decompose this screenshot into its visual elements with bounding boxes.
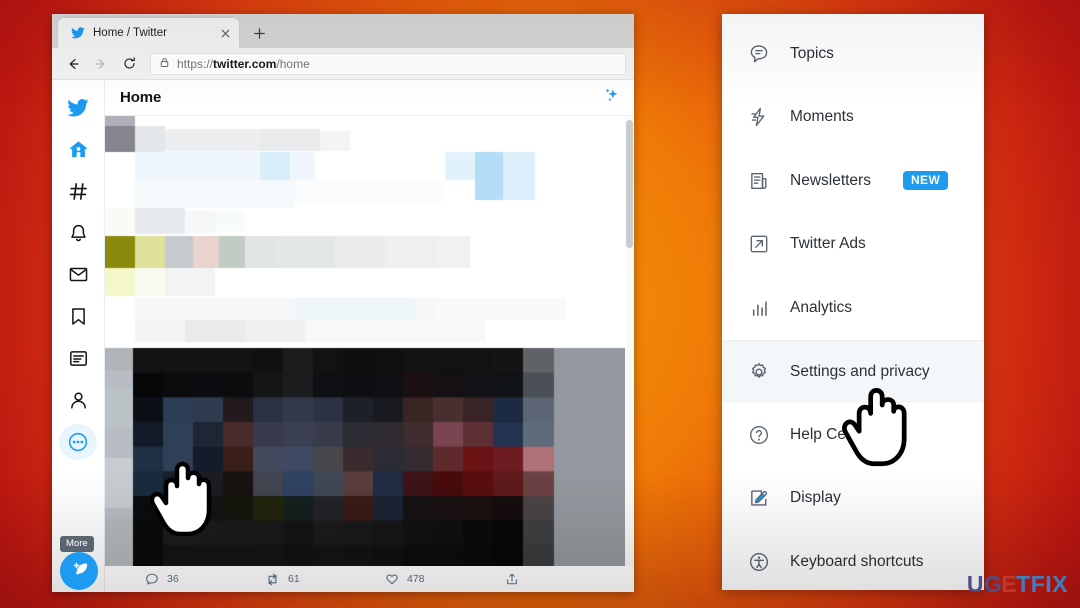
share-action[interactable]	[505, 572, 625, 586]
reply-count: 36	[167, 573, 179, 585]
screenshot-root: Home / Twitter https://twitter.com/home …	[0, 0, 1080, 608]
menu-item-keyboard-shortcuts[interactable]: Keyboard shortcuts	[722, 530, 984, 594]
menu-item-analytics[interactable]: Analytics	[722, 276, 984, 340]
share-icon	[507, 573, 517, 585]
menu-item-label: Twitter Ads	[790, 235, 866, 253]
like-count: 478	[407, 573, 425, 585]
gear-icon	[748, 361, 770, 383]
reply-action[interactable]: 36	[145, 572, 265, 586]
display-paint-icon	[748, 487, 770, 509]
like-heart-icon	[386, 574, 398, 585]
menu-item-label: Moments	[790, 108, 854, 126]
analytics-bars-icon	[748, 297, 770, 319]
home-icon[interactable]	[59, 132, 97, 168]
close-icon[interactable]	[217, 25, 233, 41]
address-bar[interactable]: https://twitter.com/home	[150, 52, 626, 75]
list-icon[interactable]	[59, 341, 97, 377]
scrollbar-thumb[interactable]	[626, 120, 633, 248]
menu-item-settings-and-privacy[interactable]: Settings and privacy	[722, 339, 984, 403]
ugetfix-watermark: UG E TFIX	[967, 571, 1068, 598]
sparkle-icon[interactable]	[601, 86, 620, 110]
envelope-icon[interactable]	[59, 257, 97, 293]
forward-arrow-icon[interactable]	[88, 51, 114, 77]
bookmark-icon[interactable]	[59, 299, 97, 335]
reply-icon	[146, 573, 158, 585]
menu-item-label: Settings and privacy	[790, 362, 930, 380]
topics-speech-bubble-icon	[748, 43, 770, 65]
padlock-icon	[159, 55, 170, 73]
page-title: Home	[120, 89, 162, 106]
menu-item-label: Analytics	[790, 298, 853, 316]
status-badge: NEW	[902, 171, 949, 191]
menu-item-label: Newsletters	[790, 171, 871, 189]
new-tab-button[interactable]	[245, 19, 273, 47]
blurred-timeline-content: 36 61 478	[105, 116, 634, 592]
menu-item-help-center[interactable]: Help Center	[722, 403, 984, 467]
watermark-part-b: TFIX	[1016, 571, 1068, 597]
reload-icon[interactable]	[116, 51, 142, 77]
pixelated-content-canvas	[105, 116, 634, 590]
menu-item-display[interactable]: Display	[722, 467, 984, 531]
timeline-scrollbar[interactable]	[625, 116, 634, 566]
accessibility-person-icon	[748, 551, 770, 573]
twitter-left-rail: More	[52, 80, 104, 592]
person-icon[interactable]	[59, 382, 97, 418]
help-question-icon	[748, 424, 770, 446]
retweet-icon	[268, 573, 277, 585]
hashtag-icon[interactable]	[59, 174, 97, 210]
tweet-action-bar: 36 61 478	[105, 566, 634, 592]
retweet-count: 61	[288, 573, 300, 585]
more-tooltip: More	[60, 535, 94, 553]
twitter-page: More Home 36 61 478	[52, 80, 634, 592]
like-action[interactable]: 478	[385, 572, 505, 586]
menu-item-label: Display	[790, 489, 841, 507]
moments-lightning-icon	[748, 106, 770, 128]
browser-window: Home / Twitter https://twitter.com/home …	[52, 14, 634, 592]
twitter-more-menu: Topics Moments Newsletters NEW Twitter A…	[722, 14, 984, 590]
watermark-part-e: E	[1001, 571, 1018, 597]
timeline-header: Home	[105, 80, 634, 116]
twitter-bird-icon	[70, 26, 85, 41]
twitter-timeline-column: Home 36 61 478	[104, 80, 634, 592]
menu-item-twitter-ads[interactable]: Twitter Ads	[722, 213, 984, 277]
bell-icon[interactable]	[59, 215, 97, 251]
browser-tab-title: Home / Twitter	[93, 27, 167, 39]
menu-item-label: Help Center	[790, 425, 873, 443]
browser-tab-strip: Home / Twitter	[52, 14, 634, 48]
rail-compose-area: More	[52, 470, 104, 592]
watermark-part-a: UG	[966, 571, 1003, 597]
browser-tab[interactable]: Home / Twitter	[58, 18, 239, 48]
retweet-action[interactable]: 61	[265, 572, 385, 587]
menu-item-newsletters[interactable]: Newsletters NEW	[722, 149, 984, 213]
external-link-arrow-icon	[748, 233, 770, 255]
address-bar-url: https://twitter.com/home	[177, 56, 310, 71]
more-dots-icon[interactable]	[59, 424, 97, 460]
browser-navigation-bar: https://twitter.com/home	[52, 48, 634, 80]
compose-feather-icon[interactable]	[60, 551, 98, 590]
newsletters-document-icon	[748, 170, 770, 192]
menu-item-moments[interactable]: Moments	[722, 86, 984, 150]
twitter-bird-icon[interactable]	[59, 90, 97, 126]
back-arrow-icon[interactable]	[60, 51, 86, 77]
menu-item-label: Keyboard shortcuts	[790, 552, 924, 570]
menu-item-topics[interactable]: Topics	[722, 22, 984, 86]
menu-item-label: Topics	[790, 44, 834, 62]
